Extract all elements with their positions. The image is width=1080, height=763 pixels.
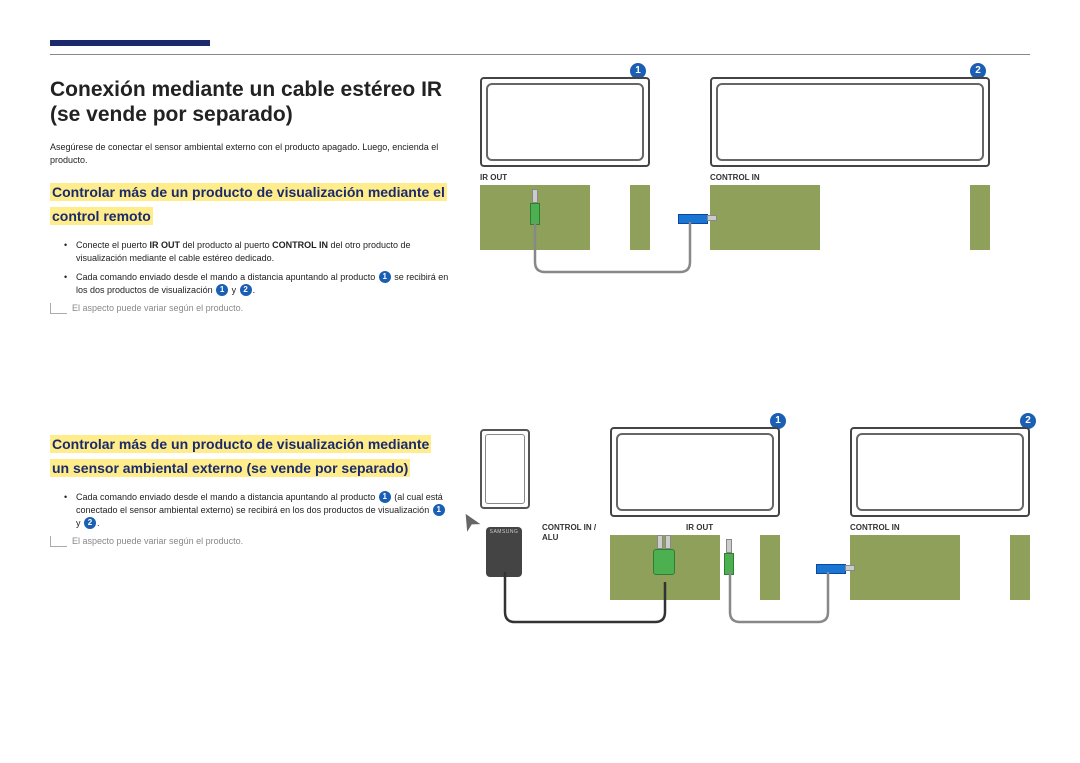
section1-heading-block: Controlar más de un producto de visualiz… [50, 181, 450, 229]
section2-note: El aspecto puede variar según el product… [50, 536, 450, 546]
page-title: Conexión mediante un cable estéreo IR (s… [50, 77, 450, 127]
section2-block: Controlar más de un producto de visualiz… [50, 433, 450, 546]
cable-2-icon [728, 572, 858, 632]
d2-port-box-2-icon [850, 535, 960, 600]
inline-badge-1-icon: 1 [433, 504, 445, 516]
top-rule [50, 54, 1030, 55]
diagram-column: 1 2 IR OUT CONTROL IN [480, 77, 1030, 657]
monitor-2-icon [710, 77, 990, 167]
section2-heading-block: Controlar más de un producto de visualiz… [50, 433, 450, 481]
diagram-2: 1 2 ➤ SAMSUNG CONTROL IN / ALU IR OUT [480, 417, 1030, 657]
section1-bullets: Conecte el puerto IR OUT del producto al… [64, 239, 450, 297]
port-box-controlin-icon [710, 185, 820, 250]
ir-sensor-icon [480, 429, 530, 509]
ir-adapter-icon: SAMSUNG [486, 527, 522, 577]
d2-monitor-2-icon [850, 427, 1030, 517]
intro-text: Asegúrese de conectar el sensor ambienta… [50, 141, 450, 166]
section2-heading: Controlar más de un producto de visualiz… [50, 435, 431, 477]
page-content: Conexión mediante un cable estéreo IR (s… [50, 77, 1030, 657]
section1-bullet-2: Cada comando enviado desde el mando a di… [64, 271, 450, 297]
inline-badge-1-icon: 1 [216, 284, 228, 296]
d2-controlin-label: CONTROL IN [850, 523, 900, 532]
cable-1-icon [530, 222, 710, 282]
monitor-1-icon [480, 77, 650, 167]
inline-badge-2-icon: 2 [84, 517, 96, 529]
text-column: Conexión mediante un cable estéreo IR (s… [50, 77, 450, 657]
section1-heading: Controlar más de un producto de visualiz… [50, 183, 447, 225]
inline-badge-1-icon: 1 [379, 271, 391, 283]
accent-bar [50, 40, 210, 46]
inline-badge-1-icon: 1 [379, 491, 391, 503]
controlin-alu-label: CONTROL IN / ALU [542, 523, 602, 542]
d2-monitor-1-icon [610, 427, 780, 517]
section2-bullet-1: Cada comando enviado desde el mando a di… [64, 491, 450, 530]
controlin-label: CONTROL IN [710, 173, 760, 182]
side-box-2-icon [970, 185, 990, 250]
cable-adapter-icon [500, 572, 680, 632]
section1-note: El aspecto puede variar según el product… [50, 303, 450, 313]
irout-label: IR OUT [480, 173, 507, 182]
section2-bullets: Cada comando enviado desde el mando a di… [64, 491, 450, 530]
inline-badge-2-icon: 2 [240, 284, 252, 296]
curved-arrow-icon: ➤ [452, 506, 487, 538]
sensor-brand-label: SAMSUNG [486, 529, 522, 535]
d2-side-box-2-icon [1010, 535, 1030, 600]
d2-irout-label: IR OUT [686, 523, 713, 532]
diagram-1: 1 2 IR OUT CONTROL IN [480, 67, 1030, 287]
section1-bullet-1: Conecte el puerto IR OUT del producto al… [64, 239, 450, 265]
